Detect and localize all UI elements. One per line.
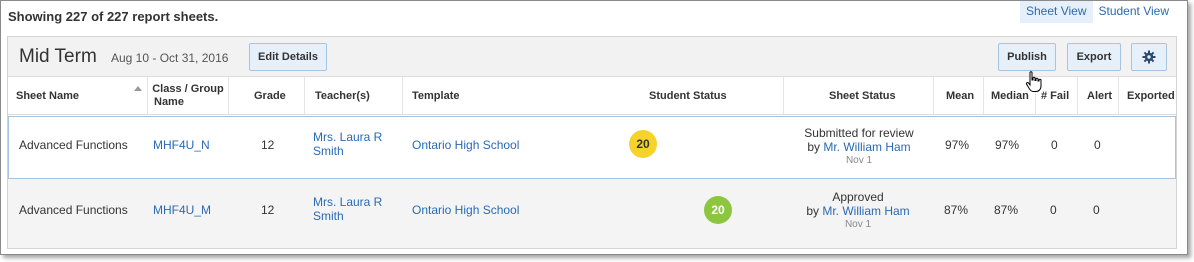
gear-icon [1142, 50, 1156, 64]
col-exported[interactable]: Exported [1127, 90, 1175, 103]
col-class-group-line1: Class / Group [152, 83, 224, 95]
page-title: Mid Term [19, 46, 97, 67]
template-link[interactable]: Ontario High School [412, 138, 519, 152]
teacher-name-line2: Smith [313, 209, 344, 223]
col-student-status[interactable]: Student Status [649, 90, 727, 103]
class-link[interactable]: MHF4U_N [153, 138, 210, 152]
teacher-name-line1: Mrs. Laura R [313, 130, 383, 144]
status-text: Approved [832, 190, 884, 204]
sheet-view-tab[interactable]: Sheet View [1020, 1, 1093, 23]
sort-up-icon [134, 86, 142, 91]
column-divider [228, 77, 229, 115]
by-label: by [806, 204, 819, 218]
column-divider [983, 77, 984, 115]
col-median[interactable]: Median [991, 90, 1029, 103]
sheet-status-cell: Submitted for review by Mr. William Ham … [784, 126, 934, 168]
median-cell: 97% [995, 138, 1020, 152]
median-cell: 87% [994, 203, 1019, 217]
table-row[interactable]: Advanced Functions MHF4U_N 12 Mrs. Laura… [8, 116, 1176, 179]
mean-cell: 87% [944, 203, 969, 217]
grade-cell: 12 [261, 203, 275, 217]
col-sheet-name[interactable]: Sheet Name [16, 90, 79, 103]
report-sheets-window: Showing 227 of 227 report sheets. Sheet … [0, 0, 1188, 255]
col-grade[interactable]: Grade [254, 90, 286, 103]
date-range: Aug 10 - Oct 31, 2016 [111, 51, 229, 65]
status-by-line: by Mr. William Ham [784, 140, 934, 154]
reviewer-link[interactable]: Mr. William Ham [823, 140, 910, 154]
col-template[interactable]: Template [412, 90, 459, 103]
results-count: Showing 227 of 227 report sheets. [8, 9, 219, 24]
teacher-name-line1: Mrs. Laura R [313, 195, 383, 209]
status-date: Nov 1 [844, 219, 872, 230]
export-button[interactable]: Export [1067, 43, 1121, 71]
col-mean[interactable]: Mean [946, 90, 974, 103]
table-header: Sheet Name Class / Group Name Grade Teac… [8, 77, 1176, 115]
column-divider [402, 77, 403, 115]
view-toggle: Sheet View Student View [1020, 1, 1175, 23]
hand-pointer-icon [1025, 71, 1042, 92]
col-class-group[interactable]: Class / Group Name [148, 83, 228, 109]
col-fail[interactable]: # Fail [1041, 90, 1069, 103]
table-row[interactable]: Advanced Functions MHF4U_M 12 Mrs. Laura… [8, 179, 1176, 248]
col-alert[interactable]: Alert [1087, 90, 1112, 103]
status-by-line: by Mr. William Ham [783, 204, 933, 218]
student-view-tab[interactable]: Student View [1093, 1, 1176, 23]
fail-cell: 0 [1050, 203, 1057, 217]
column-divider [783, 77, 784, 115]
alert-cell: 0 [1093, 203, 1100, 217]
column-divider [933, 77, 934, 115]
report-panel: Mid Term Aug 10 - Oct 31, 2016 Edit Deta… [7, 36, 1177, 249]
settings-button[interactable] [1131, 43, 1167, 71]
col-teachers[interactable]: Teacher(s) [315, 90, 370, 103]
publish-button[interactable]: Publish [998, 43, 1056, 71]
teacher-link[interactable]: Mrs. Laura R Smith [313, 195, 382, 223]
status-date: Nov 1 [845, 155, 873, 166]
alert-cell: 0 [1094, 138, 1101, 152]
reviewer-link[interactable]: Mr. William Ham [822, 204, 909, 218]
teacher-link[interactable]: Mrs. Laura R Smith [313, 130, 382, 158]
panel-header: Mid Term Aug 10 - Oct 31, 2016 Edit Deta… [8, 37, 1176, 77]
sheet-name-cell: Advanced Functions [19, 203, 128, 217]
column-divider [304, 77, 305, 115]
sheet-name-cell: Advanced Functions [19, 138, 128, 152]
teacher-name-line2: Smith [313, 144, 344, 158]
col-class-group-line2: Name [154, 96, 184, 108]
column-divider [147, 77, 148, 115]
fail-cell: 0 [1051, 138, 1058, 152]
status-text: Submitted for review [804, 126, 914, 140]
grade-cell: 12 [261, 138, 275, 152]
col-sheet-status[interactable]: Sheet Status [829, 90, 896, 103]
column-divider [1118, 77, 1119, 115]
edit-details-button[interactable]: Edit Details [249, 43, 327, 71]
student-status-badge[interactable]: 20 [704, 196, 732, 224]
mean-cell: 97% [945, 138, 970, 152]
by-label: by [807, 140, 820, 154]
class-link[interactable]: MHF4U_M [153, 203, 211, 217]
column-divider [1077, 77, 1078, 115]
sheet-status-cell: Approved by Mr. William Ham Nov 1 [783, 190, 933, 232]
student-status-badge[interactable]: 20 [629, 130, 657, 158]
template-link[interactable]: Ontario High School [412, 203, 519, 217]
